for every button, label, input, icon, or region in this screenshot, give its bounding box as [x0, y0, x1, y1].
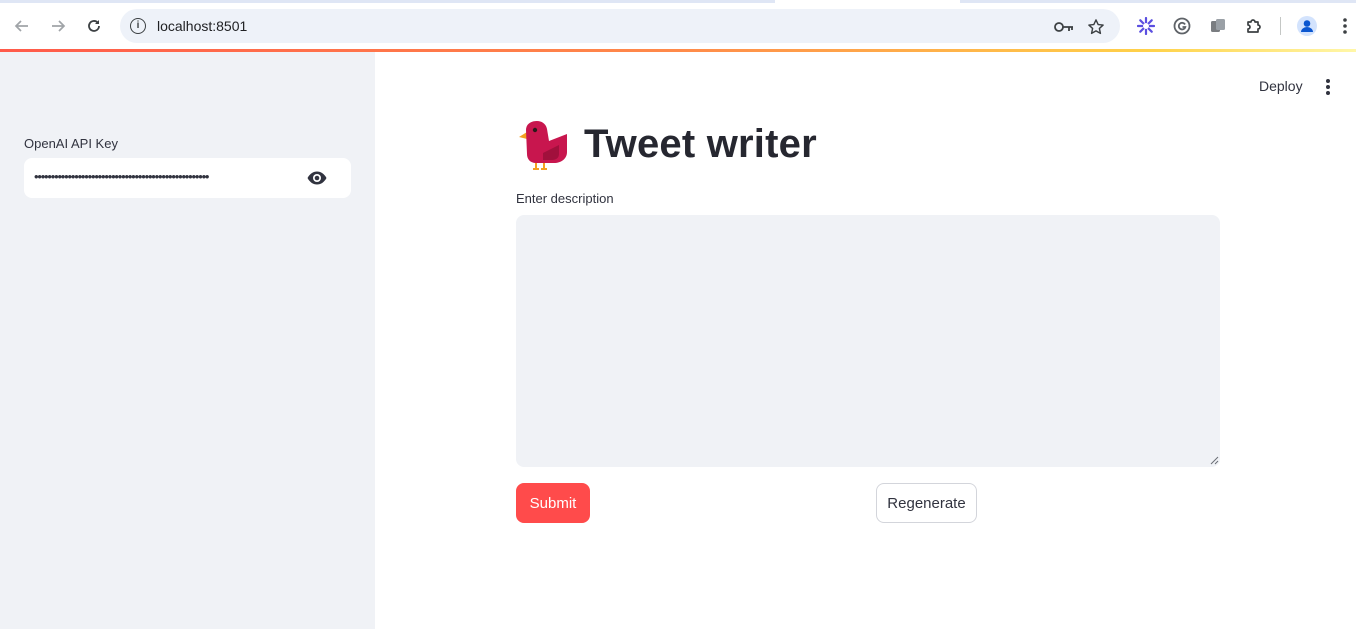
page-title: Tweet writer	[584, 121, 817, 166]
extension-copy-icon[interactable]	[1207, 15, 1229, 37]
main-menu-icon[interactable]	[1320, 78, 1336, 96]
deploy-button[interactable]: Deploy	[1259, 78, 1303, 94]
bird-emoji-icon	[519, 121, 567, 170]
bookmark-star-icon[interactable]	[1086, 17, 1106, 37]
back-icon[interactable]	[10, 14, 34, 38]
resize-handle-icon[interactable]	[1209, 455, 1219, 465]
tab-strip	[0, 0, 775, 3]
chrome-menu-icon[interactable]	[1334, 15, 1356, 37]
address-bar[interactable]: i localhost:8501	[120, 9, 1120, 43]
reload-icon[interactable]	[82, 14, 106, 38]
api-key-masked-value[interactable]: ••••••••••••••••••••••••••••••••••••••••…	[34, 169, 296, 184]
title-row: Tweet writer	[516, 116, 817, 172]
tab-strip-right	[960, 0, 1356, 3]
grammarly-icon[interactable]	[1171, 15, 1193, 37]
show-password-eye-icon[interactable]	[306, 168, 328, 188]
description-textarea[interactable]	[516, 215, 1220, 467]
site-info-icon[interactable]: i	[130, 18, 146, 34]
sidebar: OpenAI API Key •••••••••••••••••••••••••…	[0, 52, 375, 629]
toolbar-divider	[1280, 17, 1281, 35]
profile-avatar-icon[interactable]	[1296, 15, 1318, 37]
forward-icon[interactable]	[46, 14, 70, 38]
extension-sparkle-icon[interactable]	[1135, 15, 1157, 37]
description-label: Enter description	[516, 191, 614, 206]
extensions-puzzle-icon[interactable]	[1243, 15, 1265, 37]
submit-button[interactable]: Submit	[516, 483, 590, 523]
password-key-icon[interactable]	[1054, 17, 1074, 37]
browser-toolbar: i localhost:8501	[0, 0, 1356, 50]
regenerate-button[interactable]: Regenerate	[876, 483, 977, 523]
api-key-input[interactable]: ••••••••••••••••••••••••••••••••••••••••…	[24, 158, 351, 198]
api-key-label: OpenAI API Key	[24, 136, 118, 151]
url-text[interactable]: localhost:8501	[157, 18, 247, 34]
